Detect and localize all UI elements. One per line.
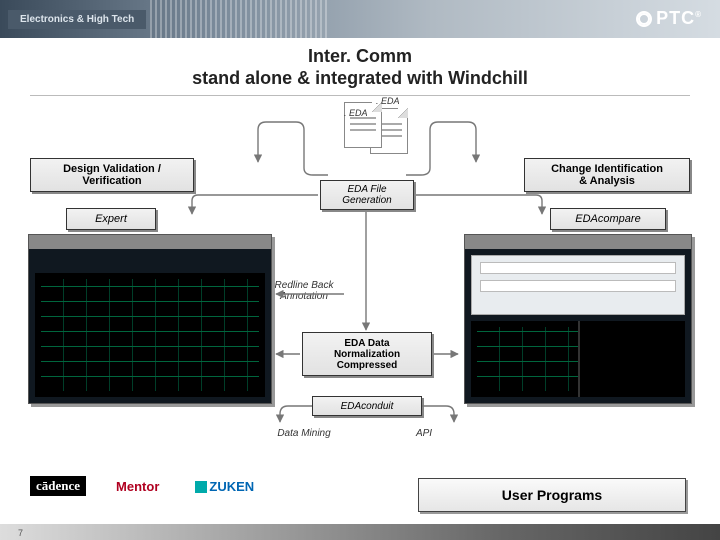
api-label: API bbox=[404, 428, 444, 439]
page-number: 7 bbox=[18, 528, 23, 538]
edacompare-box: EDAcompare bbox=[550, 208, 666, 230]
logo-circle-icon bbox=[636, 11, 652, 27]
edaconduit-box: EDAconduit bbox=[312, 396, 422, 416]
header-pattern bbox=[150, 0, 330, 38]
header-bar: Electronics & High Tech PTC® bbox=[0, 0, 720, 38]
edacompare-screenshot bbox=[464, 234, 692, 404]
header-tab: Electronics & High Tech bbox=[8, 10, 146, 29]
eda-normalization-box: EDA Data Normalization Compressed bbox=[302, 332, 432, 376]
design-validation-box: Design Validation / Verification bbox=[30, 158, 194, 192]
mentor-logo: Mentor bbox=[110, 477, 165, 496]
partner-logos: cādence Mentor ZUKEN bbox=[30, 476, 260, 496]
data-mining-label: Data Mining bbox=[264, 428, 344, 439]
change-identification-box: Change Identification & Analysis bbox=[524, 158, 690, 192]
expert-screenshot bbox=[28, 234, 272, 404]
expert-box: Expert bbox=[66, 208, 156, 230]
footer-bar bbox=[0, 524, 720, 540]
eda-file-icons: . EDA . EDA bbox=[330, 102, 420, 156]
cadence-logo: cādence bbox=[30, 476, 86, 496]
user-programs-box: User Programs bbox=[418, 478, 686, 512]
eda-file-generation-box: EDA File Generation bbox=[320, 180, 414, 210]
redline-label: Redline BackAnnotation bbox=[264, 280, 344, 302]
diagram-canvas: . EDA . EDA Design Validation / Verifica… bbox=[28, 102, 692, 472]
eda-label: . EDA bbox=[344, 108, 368, 118]
eda-label: . EDA bbox=[376, 96, 400, 106]
ptc-logo: PTC® bbox=[636, 8, 702, 29]
page-title: Inter. Commstand alone & integrated with… bbox=[0, 46, 720, 96]
zuken-logo: ZUKEN bbox=[189, 477, 260, 496]
